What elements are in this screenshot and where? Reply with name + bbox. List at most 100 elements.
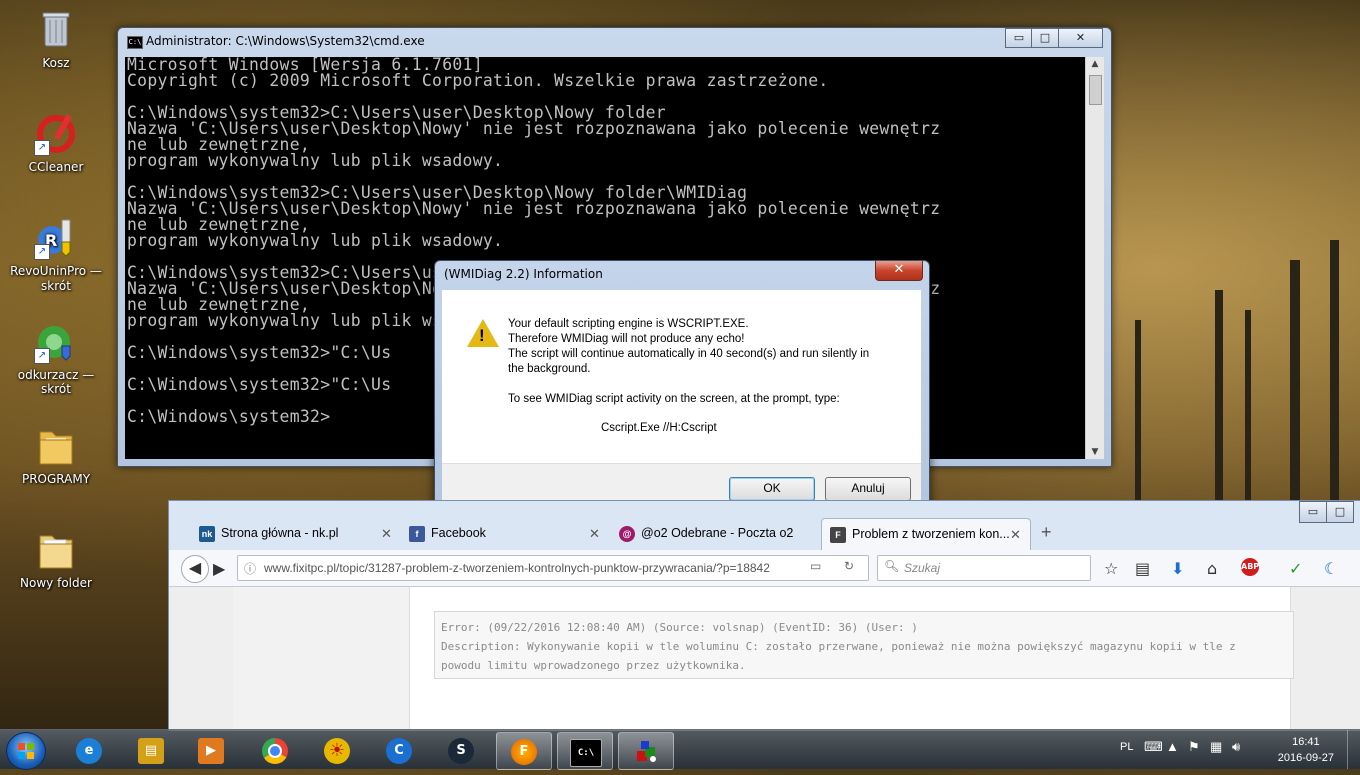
bookmarks-list-icon[interactable]: ▤ [1135,559,1150,578]
error-line: Description: Wykonywanie kopii w tle wol… [441,640,1236,653]
file-explorer-icon: ▤ [138,738,164,764]
reader-view-icon[interactable]: ▭ [810,559,821,573]
shortcut-arrow-icon: ↗ [34,348,50,364]
scroll-up-icon[interactable]: ▲ [1086,59,1104,69]
adblock-icon[interactable]: ABP [1241,558,1259,576]
ok-button[interactable]: OK [729,477,815,501]
taskbar-sun-app[interactable]: ☀ [310,732,364,768]
search-placeholder: Szukaj [904,561,941,575]
search-input[interactable]: 🔍︎ Szukaj [877,555,1091,581]
action-center-flag-icon[interactable]: ⚑ [1188,739,1200,755]
firefox-window[interactable]: ▭ □ nk Strona główna - nk.pl ✕ f Faceboo… [168,500,1360,731]
tab-label: Strona główna - nk.pl [221,526,339,540]
tab-o2[interactable]: @ @o2 Odebrane - Poczta o2 [619,518,819,550]
desktop-icon-programy[interactable]: PROGRAMY [6,424,106,486]
desktop-icon-nowy-folder[interactable]: Nowy folder [6,528,106,590]
clock-time: 16:41 [1292,736,1320,748]
back-button[interactable]: ◀ [181,555,209,583]
dialog-title: (WMIDiag 2.2) Information [444,267,603,281]
error-line: Error: (09/22/2016 12:08:40 AM) (Source:… [441,621,918,634]
scroll-thumb[interactable] [1089,75,1102,105]
scroll-down-icon[interactable]: ▼ [1086,447,1104,457]
url-text: www.fixitpc.pl/topic/31287-problem-z-two… [264,561,770,575]
keyboard-icon[interactable]: ⌨ [1144,739,1163,755]
tray-expand-icon[interactable]: ▲ [1166,739,1179,754]
start-button[interactable] [6,732,46,770]
desktop-icon-label: Nowy folder [20,576,92,590]
bookmark-star-icon[interactable]: ☆ [1104,559,1118,578]
plus-icon: + [1041,522,1052,542]
cancel-button[interactable]: Anuluj [825,477,911,501]
error-line: powodu limitu wprowadzonego przez użytko… [441,659,746,672]
extension-icon[interactable]: ✓ [1289,559,1302,578]
firefox-minimize-button[interactable]: ▭ [1299,501,1327,523]
close-button[interactable]: ✕ [1058,28,1103,48]
network-icon[interactable]: ▦ [1210,739,1222,755]
tab-label: Problem z tworzeniem kon... [852,527,1010,541]
url-bar[interactable]: ⓘ www.fixitpc.pl/topic/31287-problem-z-t… [237,555,869,581]
search-icon: 🔍︎ [884,559,900,573]
desktop-icon-label: CCleaner [28,160,84,174]
minimize-button[interactable]: ▭ [1005,28,1033,48]
desktop-icon-label: odkurzacz — skrót [17,368,95,396]
firefox-maximize-button[interactable]: □ [1326,501,1354,523]
dialog-message: Your default scripting engine is WSCRIPT… [508,317,908,407]
dialog-close-button[interactable]: ✕ [875,261,923,281]
tab-close-icon[interactable]: ✕ [1010,527,1021,543]
wmidiag-icon [633,739,659,765]
show-desktop-button[interactable] [1347,730,1360,769]
taskbar-file-explorer[interactable]: ▤ [124,732,178,768]
desktop-icon-ccleaner[interactable]: ↗ CCleaner [6,112,106,174]
cmd-scrollbar[interactable]: ▲ ▼ [1085,57,1104,459]
navigation-bar: ◀ ▶ ⓘ www.fixitpc.pl/topic/31287-problem… [169,550,1360,587]
cmd-icon: C:\ [570,739,602,767]
taskbar-firefox[interactable]: F [496,732,552,770]
steam-icon: S [448,738,474,764]
desktop-icon-odkurzacz[interactable]: ↗ odkurzacz — skrót [6,320,106,396]
system-tray: PL ⌨ ▲ ⚑ ▦ 🔊︎ 16:41 2016-09-27 [1110,730,1360,769]
shortcut-arrow-icon: ↗ [34,140,50,156]
new-tab-button[interactable]: + [1041,518,1061,550]
volume-icon[interactable]: 🔊︎ [1232,739,1240,755]
tab-close-icon[interactable]: ✕ [381,526,392,542]
message-line: The script will continue automatically i… [508,348,870,360]
taskbar-cmd[interactable]: C:\ [557,732,613,770]
forward-button[interactable]: ▶ [213,559,225,578]
taskbar-ccleaner[interactable]: C [372,732,426,768]
cmd-window-title: Administrator: C:\Windows\System32\cmd.e… [146,34,425,48]
desktop-icon-recycle-bin[interactable]: Kosz [6,8,106,70]
tab-nk[interactable]: nk Strona główna - nk.pl ✕ [199,518,399,550]
taskbar-wmidiag[interactable] [618,732,674,770]
message-line: Your default scripting engine is WSCRIPT… [508,318,749,330]
message-line: To see WMIDiag script activity on the sc… [508,393,840,405]
warning-icon: ! [467,319,499,347]
clock[interactable]: 16:41 2016-09-27 [1278,734,1334,766]
desktop-icon-label: Kosz [42,56,70,70]
dialog-body: ! Your default scripting engine is WSCRI… [442,290,921,509]
reload-icon[interactable]: ↻ [844,559,854,573]
page-content: Error: (09/22/2016 12:08:40 AM) (Source:… [409,587,1294,731]
tab-label: @o2 Odebrane - Poczta o2 [641,526,794,540]
nk-favicon-icon: nk [199,526,215,542]
ccleaner-task-icon: C [386,738,412,764]
tab-close-icon[interactable]: ✕ [589,526,600,542]
taskbar-media-player[interactable]: ▶ [184,732,238,768]
dialog-command: Cscript.Exe //H:Cscript [601,422,717,434]
tab-facebook[interactable]: f Facebook ✕ [409,518,609,550]
web-page[interactable]: Error: (09/22/2016 12:08:40 AM) (Source:… [169,587,1360,731]
vacuum-shortcut-icon: ↗ [34,320,78,364]
taskbar-steam[interactable]: S [434,732,488,768]
maximize-button[interactable]: □ [1031,28,1059,48]
download-icon[interactable]: ⬇ [1171,559,1184,578]
wmidiag-dialog[interactable]: (WMIDiag 2.2) Information ✕ ! Your defau… [434,260,930,517]
language-indicator[interactable]: PL [1120,741,1133,753]
taskbar-chrome[interactable] [248,732,302,768]
taskbar-internet-explorer[interactable]: e [62,732,116,768]
info-icon[interactable]: ⓘ [244,560,256,577]
desktop-icon-revo[interactable]: R ↗ RevoUninPro — skrót [6,216,106,294]
home-icon[interactable]: ⌂ [1207,559,1217,578]
tab-fixitpc[interactable]: F Problem z tworzeniem kon... ✕ [821,518,1031,551]
ccleaner-icon: ↗ [34,112,78,156]
menu-extension-icon[interactable]: ☾ [1324,559,1338,578]
recycle-bin-icon [34,8,78,52]
